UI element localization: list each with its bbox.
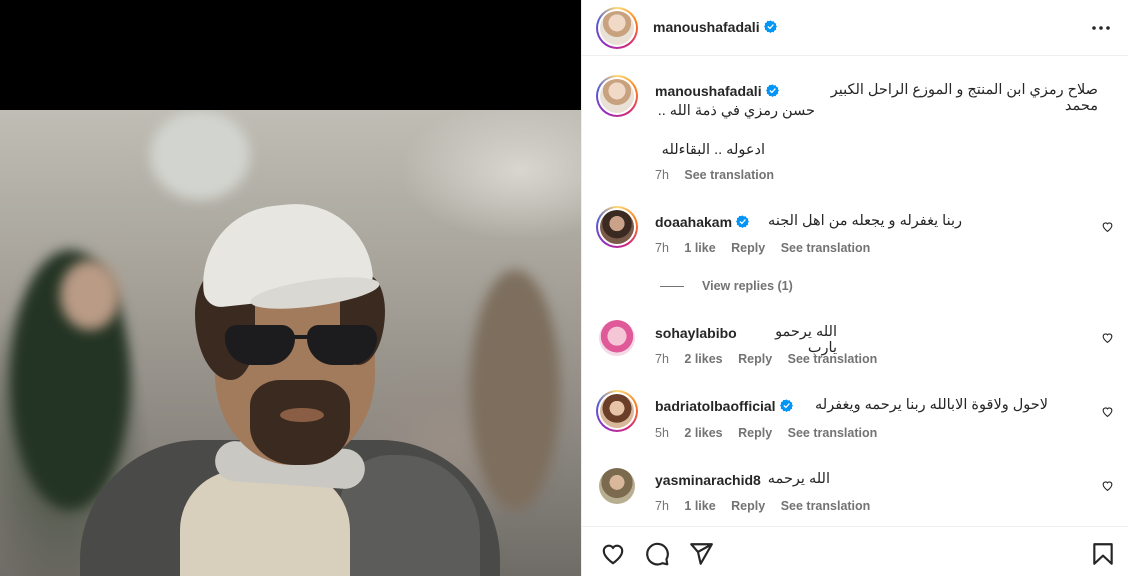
comment-like-icon[interactable] [1101, 220, 1114, 233]
comment-time: 7h [655, 352, 669, 366]
comment-avatar[interactable] [599, 468, 635, 504]
comment-avatar[interactable] [596, 390, 638, 432]
caption-line-2: حسن رمزي في ذمة الله .. [657, 103, 815, 119]
comment-text: ربنا يغفرله و يجعله من اهل الجنه [768, 213, 962, 229]
post-side-panel: manoushafadali manoushafadali صلاح رمزي … [581, 0, 1128, 576]
caption-username[interactable]: manoushafadali [655, 83, 762, 99]
comment-icon[interactable] [644, 541, 670, 567]
comment-reply-button[interactable]: Reply [738, 426, 772, 440]
comment-username[interactable]: sohaylabibo [655, 325, 737, 341]
comment-avatar[interactable] [599, 320, 635, 356]
caption-see-translation[interactable]: See translation [684, 168, 774, 182]
replies-divider [660, 286, 684, 288]
comment-username[interactable]: badriatolbaofficial [655, 398, 776, 414]
comment-see-translation[interactable]: See translation [788, 352, 878, 366]
comment-see-translation[interactable]: See translation [788, 426, 878, 440]
comment-text: الله يرحمه [767, 471, 830, 487]
verified-badge-icon [765, 84, 779, 97]
caption-line-1: صلاح رمزي ابن المنتج و الموزع الراحل الك… [830, 82, 1098, 114]
view-replies-button[interactable]: View replies (1) [660, 279, 793, 293]
comment-avatar[interactable] [596, 206, 638, 248]
verified-badge-icon [763, 20, 777, 33]
comment-reply-button[interactable]: Reply [731, 499, 765, 513]
comment-likes[interactable]: 2 likes [684, 352, 722, 366]
author-avatar[interactable] [596, 7, 638, 49]
comment-like-icon[interactable] [1101, 331, 1114, 344]
comment-text: لاحول ولاقوة الابالله ربنا يرحمه ويغفرله [815, 397, 1048, 413]
verified-badge-icon [736, 215, 750, 228]
comment-reply-button[interactable]: Reply [731, 241, 765, 255]
comment-time: 7h [655, 241, 669, 255]
comment-likes[interactable]: 1 like [684, 241, 715, 255]
comment-likes[interactable]: 2 likes [684, 426, 722, 440]
comment-username[interactable]: doaahakam [655, 214, 732, 230]
author-username[interactable]: manoushafadali [653, 19, 760, 35]
comment-likes[interactable]: 1 like [684, 499, 715, 513]
comment-see-translation[interactable]: See translation [781, 241, 871, 255]
comment-like-icon[interactable] [1101, 405, 1114, 418]
comment-time: 7h [655, 499, 669, 513]
post-photo [0, 110, 581, 576]
comment-time: 5h [655, 426, 669, 440]
send-icon[interactable] [688, 541, 714, 567]
caption-time: 7h [655, 168, 669, 182]
post-media[interactable] [0, 0, 581, 576]
bookmark-icon[interactable] [1090, 541, 1116, 567]
heart-icon[interactable] [600, 541, 626, 567]
comment-see-translation[interactable]: See translation [781, 499, 871, 513]
caption-avatar[interactable] [596, 75, 638, 117]
view-replies-label: View replies (1) [702, 279, 793, 293]
comment-reply-button[interactable]: Reply [738, 352, 772, 366]
comment-like-icon[interactable] [1101, 479, 1114, 492]
verified-badge-icon [779, 399, 793, 412]
more-horizontal-icon[interactable] [1091, 18, 1111, 38]
post-actions-bar [582, 526, 1128, 576]
post-header: manoushafadali [582, 0, 1128, 56]
comment-username[interactable]: yasminarachid8 [655, 472, 761, 488]
caption-line-3: ادعوله .. البقاءلله [661, 142, 765, 158]
